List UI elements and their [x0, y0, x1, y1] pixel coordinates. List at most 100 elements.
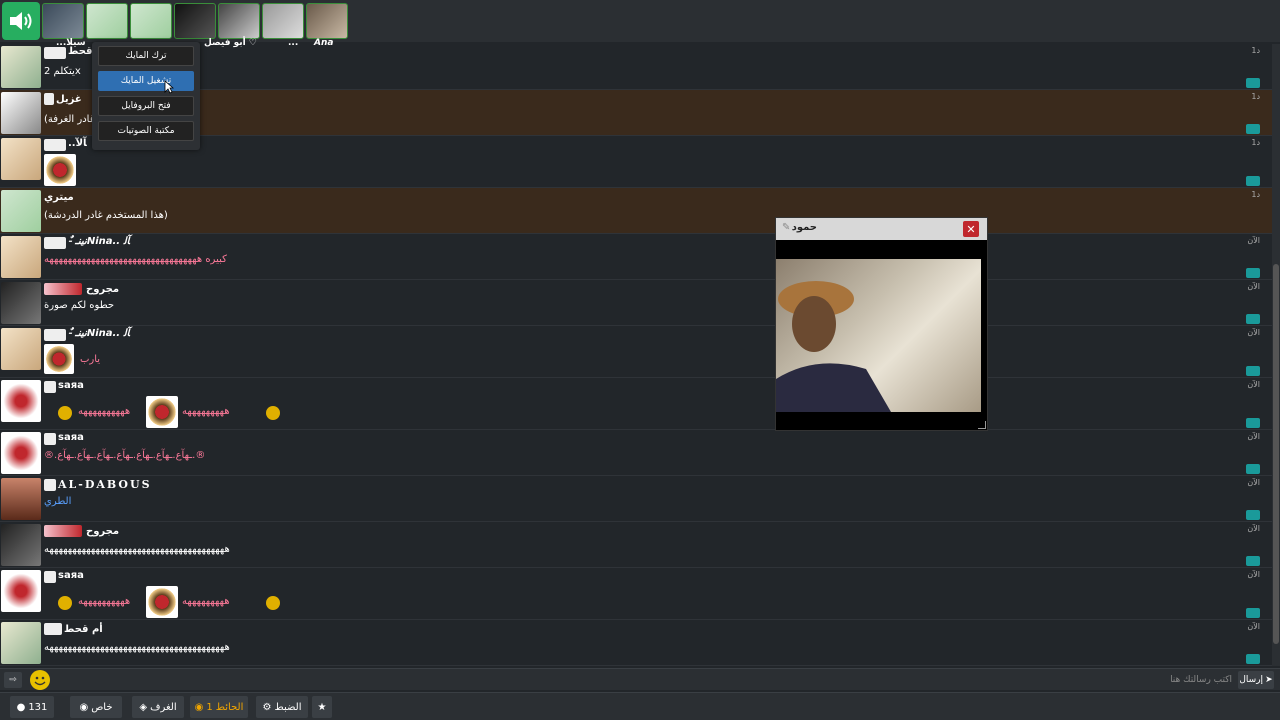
- menu-item-open-profile[interactable]: فتح البروفايل: [98, 96, 194, 116]
- reply-icon[interactable]: [1246, 78, 1260, 88]
- message-input-bar: ⇨ إرسال ➤: [0, 668, 1280, 690]
- avatar[interactable]: [1, 190, 41, 232]
- message-time: الآن: [1247, 622, 1260, 631]
- username[interactable]: AL-DABOUS: [58, 478, 152, 491]
- username[interactable]: مجروح: [86, 284, 119, 295]
- laughing-emoji-icon: [58, 596, 72, 610]
- menu-item-start-mic[interactable]: تشغيل المايك: [98, 71, 194, 91]
- message-text: هههههههههههههههههههههههههههههههههههههههه: [44, 642, 230, 653]
- send-button[interactable]: إرسال ➤: [1238, 671, 1274, 689]
- username[interactable]: -ٌ نينـNina.. ﺂﻟ: [68, 328, 130, 339]
- mic-slot-5[interactable]: [218, 3, 260, 39]
- reply-icon[interactable]: [1246, 510, 1260, 520]
- paper-plane-icon: ➤: [1265, 675, 1273, 685]
- username[interactable]: -ٌ نينـNina.. ﺂﻟ: [68, 236, 130, 247]
- emoji-picker-button[interactable]: [30, 670, 50, 690]
- sticker-icon: [44, 154, 76, 186]
- wall-bubble-icon: ◉: [194, 701, 204, 713]
- user-badge: [44, 283, 82, 295]
- username[interactable]: ميتري: [44, 192, 74, 203]
- users-count-button[interactable]: ● 131: [10, 696, 54, 718]
- mic-slot-7[interactable]: [306, 3, 348, 39]
- video-title: حمود: [791, 222, 817, 233]
- rooms-icon: ◈: [139, 701, 148, 713]
- settings-button[interactable]: ⚙ الضبط: [256, 696, 308, 718]
- reply-icon[interactable]: [1246, 608, 1260, 618]
- avatar[interactable]: [1, 380, 41, 422]
- avatar[interactable]: [1, 478, 41, 520]
- message-time: 1د: [1251, 46, 1260, 55]
- username[interactable]: غزيل: [56, 94, 82, 105]
- mic-slot-1[interactable]: [42, 3, 84, 39]
- chat-app: ...سيلا أبو فيصل ♡ ... Ana أم قحط يتكلم …: [0, 0, 1280, 720]
- reply-icon[interactable]: [1246, 176, 1260, 186]
- message-text: هههههههههه: [182, 596, 230, 607]
- favorite-button[interactable]: ★: [312, 696, 332, 718]
- reply-icon[interactable]: [1246, 464, 1260, 474]
- menu-item-leave-mic[interactable]: ترك المايك: [98, 46, 194, 66]
- avatar[interactable]: [1, 46, 41, 88]
- message-row: أم قحط ههههههههههههههههههههههههههههههههه…: [0, 620, 1272, 666]
- message-time: 1د: [1251, 190, 1260, 199]
- avatar[interactable]: [1, 328, 41, 370]
- chat-scrollbar[interactable]: [1272, 44, 1280, 666]
- username[interactable]: saяa: [58, 570, 84, 581]
- reply-icon[interactable]: [1246, 268, 1260, 278]
- close-icon[interactable]: ✕: [963, 221, 979, 237]
- username[interactable]: saяa: [58, 432, 84, 443]
- speaker-icon: [10, 12, 32, 30]
- menu-item-sound-library[interactable]: مكتبة الصوتيات: [98, 121, 194, 141]
- resize-handle[interactable]: [978, 421, 986, 429]
- message-input[interactable]: [56, 671, 1232, 689]
- user-badge: [44, 433, 56, 445]
- wall-button[interactable]: ◉ 1 الحائط: [190, 696, 248, 718]
- mic-slot-2[interactable]: [86, 3, 128, 39]
- avatar[interactable]: [1, 622, 41, 664]
- message-time: الآن: [1247, 432, 1260, 441]
- mic-context-menu: ترك المايك تشغيل المايك فتح البروفايل مك…: [92, 42, 200, 150]
- message-text: كبيره هههههههههههههههههههههههههههههههههه: [44, 254, 227, 265]
- username[interactable]: مجروح: [86, 526, 119, 537]
- message-text: ®.ـهآع.ـهآع.ـهآع.ـهآع.ـهآع.ـهآع.ـهآع.®: [44, 450, 206, 461]
- reply-icon[interactable]: [1246, 366, 1260, 376]
- avatar[interactable]: [1, 138, 41, 180]
- reply-icon[interactable]: [1246, 556, 1260, 566]
- scroll-thumb[interactable]: [1273, 264, 1279, 644]
- video-header[interactable]: ✎ حمود ✕: [776, 218, 987, 240]
- user-badge: [44, 623, 62, 635]
- username[interactable]: أم قحط: [64, 624, 103, 635]
- avatar[interactable]: [1, 92, 41, 134]
- mic-bar: ...سيلا أبو فيصل ♡ ... Ana: [0, 0, 1280, 48]
- avatar[interactable]: [1, 236, 41, 278]
- avatar[interactable]: [1, 570, 41, 612]
- video-popup[interactable]: ✎ حمود ✕: [775, 217, 988, 431]
- rooms-button[interactable]: ◈ الغرف: [132, 696, 184, 718]
- reply-icon[interactable]: [1246, 124, 1260, 134]
- sticker-icon: [146, 396, 178, 428]
- mic-slot-4[interactable]: [174, 3, 216, 39]
- message-row: مجروح هههههههههههههههههههههههههههههههههه…: [0, 522, 1272, 568]
- username[interactable]: ..ﺂﻟﺂ: [68, 138, 87, 149]
- mic-slot-3[interactable]: [130, 3, 172, 39]
- username[interactable]: saяa: [58, 380, 84, 391]
- users-count: 131: [28, 701, 48, 713]
- arrow-right-icon[interactable]: ⇨: [4, 672, 22, 688]
- avatar[interactable]: [1, 282, 41, 324]
- private-button[interactable]: ◉ خاص: [70, 696, 122, 718]
- message-row: مجروح حطوه لكم صورة الآن: [0, 280, 1272, 326]
- avatar[interactable]: [1, 432, 41, 474]
- message-row: ميتري (هذا المستخدم غادر الدردشة) 1د: [0, 188, 1272, 234]
- speaker-button[interactable]: [2, 2, 40, 40]
- mic-slot-6[interactable]: [262, 3, 304, 39]
- edit-icon: ✎: [782, 222, 791, 233]
- private-label: خاص: [91, 701, 113, 713]
- reply-icon[interactable]: [1246, 418, 1260, 428]
- mouse-cursor-icon: [164, 80, 174, 94]
- message-text: (هذا المستخدم غادر الدردشة): [44, 210, 168, 221]
- user-badge: [44, 93, 54, 105]
- user-badge: [44, 525, 82, 537]
- video-stream: [776, 259, 981, 412]
- reply-icon[interactable]: [1246, 314, 1260, 324]
- avatar[interactable]: [1, 524, 41, 566]
- reply-icon[interactable]: [1246, 654, 1260, 664]
